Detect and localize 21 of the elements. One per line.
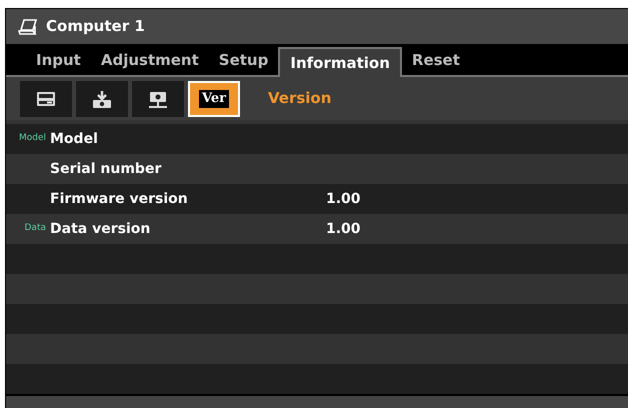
row-label: Data version [50, 220, 152, 238]
section-title: Version [268, 88, 332, 110]
row-value: 1.00 [326, 220, 361, 238]
row-tag: Data [6, 222, 50, 236]
menu-tab[interactable]: Reset [402, 45, 470, 75]
row-label: Model [50, 130, 99, 148]
row-label: Serial number [50, 160, 162, 178]
timer-tab-button[interactable] [20, 80, 72, 116]
window-title: Computer 1 [46, 16, 145, 38]
projector-tab-button[interactable] [132, 80, 184, 116]
menu-tab[interactable]: Adjustment [90, 45, 209, 75]
menu-tab[interactable]: Input [26, 45, 91, 75]
row-value: 1.00 [326, 190, 361, 208]
download-icon [90, 88, 114, 108]
version-tab-button[interactable]: Ver [188, 80, 240, 116]
download-tab-button[interactable] [76, 80, 128, 116]
laptop-icon [18, 18, 40, 36]
row-tag: Model [6, 132, 50, 146]
menu-tab[interactable]: Setup [208, 45, 278, 75]
row-label: Firmware version [50, 190, 189, 208]
menu-tab[interactable]: Information [278, 47, 402, 77]
